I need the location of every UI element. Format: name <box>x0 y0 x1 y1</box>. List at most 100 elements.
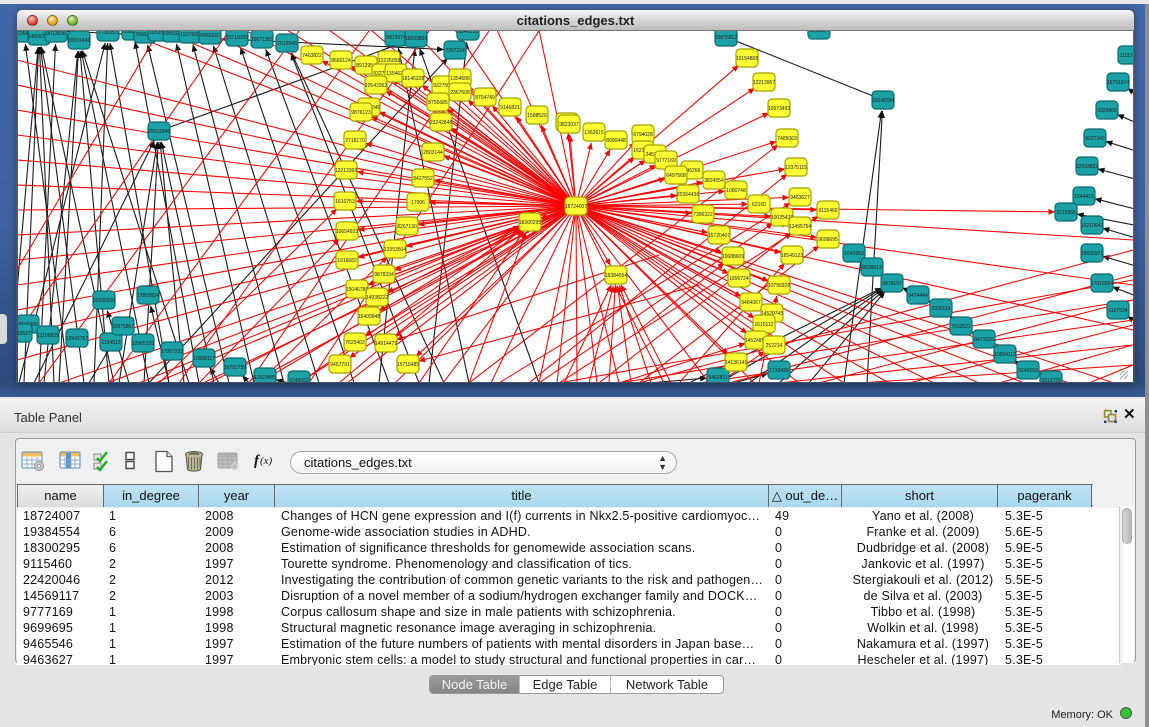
svg-text:10654923: 10654923 <box>336 229 358 235</box>
svg-text:17859924: 17859924 <box>137 293 159 299</box>
svg-text:8660124: 8660124 <box>331 58 351 64</box>
svg-text:3824554: 3824554 <box>704 178 724 184</box>
svg-text:1610753: 1610753 <box>335 199 355 205</box>
svg-text:252214: 252214 <box>766 343 783 349</box>
svg-text:16648784: 16648784 <box>872 98 894 104</box>
svg-text:9777169: 9777169 <box>656 158 676 164</box>
svg-text:1588520: 1588520 <box>527 113 547 119</box>
svg-text:10719155: 10719155 <box>226 35 248 41</box>
svg-text:8813074: 8813074 <box>386 35 406 41</box>
svg-text:9427552: 9427552 <box>413 176 433 182</box>
svg-text:20206556: 20206556 <box>93 298 115 304</box>
svg-text:18146328: 18146328 <box>402 76 424 82</box>
svg-text:1890724: 1890724 <box>729 276 749 282</box>
svg-text:8938913: 8938913 <box>862 265 882 271</box>
svg-text:10973493: 10973493 <box>768 106 790 112</box>
svg-text:1362615: 1362615 <box>584 130 604 136</box>
svg-text:14938222: 14938222 <box>366 295 388 301</box>
svg-text:23242848: 23242848 <box>430 120 452 126</box>
svg-text:10688609: 10688609 <box>722 254 744 260</box>
svg-text:8471626: 8471626 <box>974 337 994 343</box>
svg-text:18300295: 18300295 <box>519 220 541 226</box>
svg-text:16782759: 16782759 <box>224 365 246 371</box>
svg-text:19384554: 19384554 <box>605 273 627 279</box>
svg-text:12093822: 12093822 <box>1076 164 1098 170</box>
svg-text:(x): (x) <box>260 455 273 467</box>
svg-text:7485063: 7485063 <box>777 136 797 142</box>
svg-text:11156829: 11156829 <box>37 333 59 339</box>
svg-text:15720407: 15720407 <box>708 233 730 239</box>
svg-text:7625402: 7625402 <box>345 340 365 346</box>
svg-text:9146821: 9146821 <box>500 105 520 111</box>
svg-text:15716485: 15716485 <box>397 362 419 368</box>
svg-text:14136141: 14136141 <box>725 360 747 366</box>
svg-text:1111784: 1111784 <box>1120 53 1133 59</box>
svg-text:2803144: 2803144 <box>423 150 443 156</box>
svg-text:9012836: 9012836 <box>46 31 66 37</box>
svg-text:18724007: 18724007 <box>565 204 587 210</box>
svg-text:9876123: 9876123 <box>351 110 371 116</box>
svg-text:9463627: 9463627 <box>790 195 810 201</box>
svg-text:12923485: 12923485 <box>254 375 276 381</box>
svg-text:10543362: 10543362 <box>365 83 387 89</box>
svg-text:12375115: 12375115 <box>785 165 807 171</box>
svg-text:8756685: 8756685 <box>428 100 448 106</box>
svg-text:9457791: 9457791 <box>330 362 350 368</box>
svg-text:9227342: 9227342 <box>1085 136 1105 142</box>
svg-text:7515546: 7515546 <box>277 41 297 47</box>
svg-text:2718170: 2718170 <box>345 138 365 144</box>
svg-text:9115460: 9115460 <box>818 208 837 214</box>
svg-text:9878334: 9878334 <box>374 272 394 278</box>
svg-text:10654112: 10654112 <box>994 352 1016 358</box>
svg-text:9484067: 9484067 <box>741 300 761 306</box>
svg-text:17016504: 17016504 <box>1091 281 1113 287</box>
svg-text:1615112: 1615112 <box>754 322 773 328</box>
svg-text:20091406: 20091406 <box>68 38 90 44</box>
svg-text:9474444: 9474444 <box>908 293 928 299</box>
svg-text:6497568: 6497568 <box>666 173 686 179</box>
svg-text:20364436: 20364436 <box>677 192 699 198</box>
svg-text:14914479: 14914479 <box>375 341 397 347</box>
svg-text:16549123: 16549123 <box>781 253 803 259</box>
svg-text:8267130: 8267130 <box>397 224 417 230</box>
svg-text:6794028: 6794028 <box>633 132 653 138</box>
svg-text:8754749: 8754749 <box>475 95 495 101</box>
svg-text:2935114: 2935114 <box>931 306 950 312</box>
svg-text:1527602: 1527602 <box>180 32 200 38</box>
svg-text:3913527: 3913527 <box>18 331 31 337</box>
svg-text:1244415: 1244415 <box>1074 194 1094 200</box>
svg-text:16210643: 16210643 <box>1081 223 1103 229</box>
svg-text:3822037: 3822037 <box>559 122 579 128</box>
svg-text:16671355: 16671355 <box>251 37 273 43</box>
svg-text:13353504: 13353504 <box>384 247 406 253</box>
svg-text:3215955: 3215955 <box>1056 210 1076 216</box>
svg-text:20053346: 20053346 <box>148 129 170 135</box>
svg-text:1730353: 1730353 <box>98 31 118 36</box>
svg-text:9245052: 9245052 <box>289 378 309 382</box>
svg-text:15751074: 15751074 <box>1107 80 1129 86</box>
svg-text:15692971: 15692971 <box>1081 251 1103 257</box>
svg-text:7357224: 7357224 <box>445 48 465 54</box>
svg-text:10958117: 10958117 <box>193 356 215 362</box>
svg-text:15409948: 15409948 <box>358 314 380 320</box>
svg-text:9329966: 9329966 <box>1097 108 1117 114</box>
svg-text:9245052: 9245052 <box>1018 368 1038 374</box>
svg-text:1080748: 1080748 <box>726 188 746 194</box>
svg-text:10975867: 10975867 <box>112 324 134 330</box>
svg-text:62160: 62160 <box>752 202 766 208</box>
svg-text:9462811: 9462811 <box>708 375 727 381</box>
svg-text:17957223: 17957223 <box>161 349 183 355</box>
svg-text:9546318: 9546318 <box>458 31 478 35</box>
svg-text:17006: 17006 <box>411 200 425 206</box>
svg-text:12213369: 12213369 <box>335 168 357 174</box>
svg-text:20876812: 20876812 <box>715 35 737 41</box>
svg-text:9699695: 9699695 <box>818 237 838 243</box>
svg-text:12905135: 12905135 <box>132 341 154 347</box>
svg-text:1916682: 1916682 <box>337 258 357 264</box>
svg-text:10154808: 10154808 <box>736 56 758 62</box>
svg-text:7632621: 7632621 <box>951 324 971 330</box>
svg-text:6879197: 6879197 <box>882 281 902 287</box>
svg-text:13495754: 13495754 <box>789 224 811 230</box>
svg-text:6466160: 6466160 <box>200 33 220 39</box>
svg-text:15046788: 15046788 <box>346 287 368 293</box>
